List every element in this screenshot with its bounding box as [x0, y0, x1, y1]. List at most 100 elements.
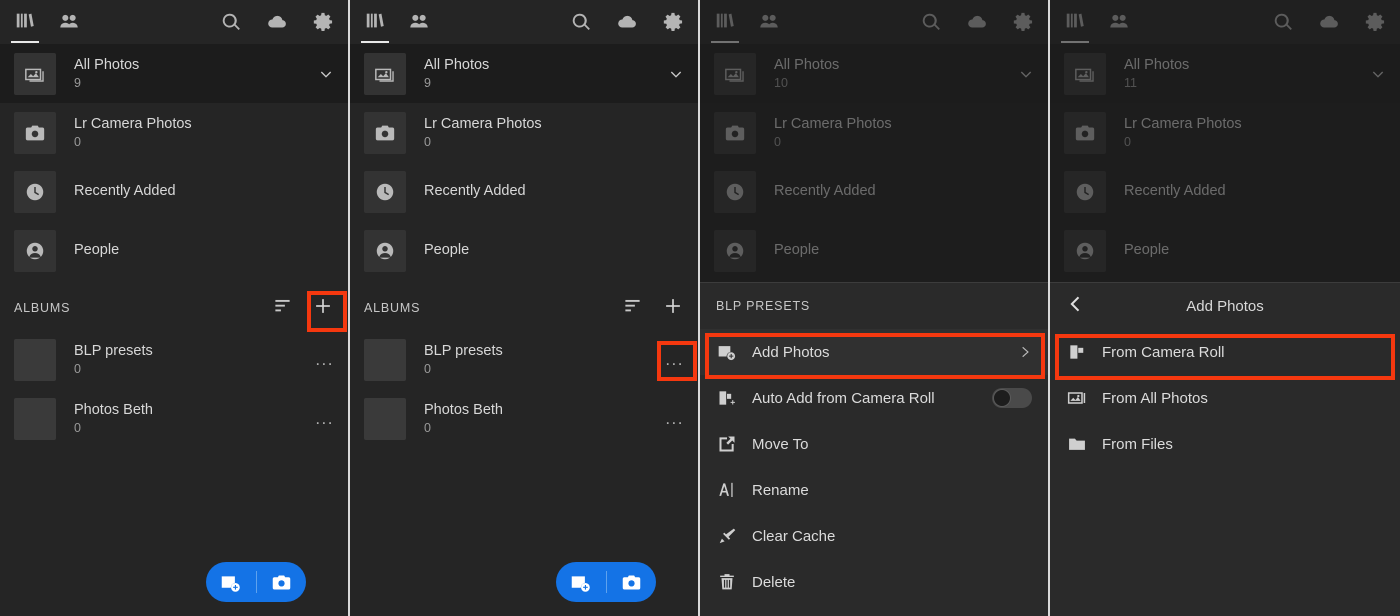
settings-button[interactable]	[662, 11, 684, 33]
active-tab-indicator	[361, 41, 389, 43]
library-tab[interactable]	[11, 10, 39, 43]
library-row-lr-camera-photos[interactable]: Lr Camera Photos 0	[350, 103, 698, 162]
album-overflow-button[interactable]: ...	[315, 410, 334, 427]
album-overflow-button[interactable]: ...	[665, 351, 684, 368]
library-row-all-photos[interactable]: All Photos 9	[350, 44, 698, 103]
search-icon	[222, 13, 240, 30]
row-title: People	[774, 242, 820, 258]
album-row-blp-presets[interactable]: BLP presets 0 ...	[0, 330, 348, 389]
sharing-tab[interactable]	[58, 11, 80, 33]
photo-icon	[25, 68, 44, 82]
row-title: Lr Camera Photos	[74, 115, 192, 132]
row-title: Lr Camera Photos	[1124, 115, 1242, 132]
album-overflow-button[interactable]: ...	[315, 351, 334, 368]
fab-add-photos-button[interactable]	[206, 562, 256, 602]
sort-icon	[275, 299, 290, 312]
fab-camera-button[interactable]	[257, 562, 307, 602]
plus-icon	[666, 298, 680, 313]
menu-item-auto-add-from-camera-roll[interactable]: Auto Add from Camera Roll	[700, 375, 1048, 421]
clock-icon	[726, 183, 744, 200]
panel-2-album-overflow: All Photos 9 Lr Camera Photos 0 Recently…	[350, 0, 700, 616]
settings-button[interactable]	[1364, 11, 1386, 33]
active-tab-indicator	[11, 41, 39, 43]
library-row-all-photos[interactable]: All Photos 11	[1050, 44, 1400, 103]
library-row-people[interactable]: People	[0, 221, 348, 280]
row-title: All Photos	[424, 56, 490, 73]
cloud-button[interactable]	[1318, 11, 1340, 33]
row-thumbnail	[14, 170, 56, 213]
chevron-down-icon[interactable]	[668, 66, 684, 82]
cloud-button[interactable]	[616, 11, 638, 33]
library-row-people[interactable]: People	[350, 221, 698, 280]
library-tab[interactable]	[711, 10, 739, 43]
cloud-button[interactable]	[266, 11, 288, 33]
album-row-blp-presets[interactable]: BLP presets 0 ...	[350, 330, 698, 389]
row-thumbnail	[14, 52, 56, 95]
library-row-lr-camera-photos[interactable]: Lr Camera Photos 0	[0, 103, 348, 162]
library-row-recently-added[interactable]: Recently Added	[0, 162, 348, 221]
row-count: 0	[74, 134, 81, 149]
chevron-down-icon[interactable]	[1018, 66, 1034, 82]
albums-list: BLP presets 0 ... Photos Beth 0 ...	[350, 330, 698, 448]
library-tab[interactable]	[1061, 10, 1089, 43]
album-row-photos-beth[interactable]: Photos Beth 0 ...	[0, 389, 348, 448]
floating-action-bar	[556, 562, 656, 602]
camera-icon	[272, 575, 290, 589]
menu-item-clear-cache[interactable]: Clear Cache	[700, 513, 1048, 559]
sharing-tab[interactable]	[1108, 11, 1130, 33]
search-button[interactable]	[570, 11, 592, 33]
auto-add-toggle[interactable]	[992, 388, 1032, 408]
albums-sort-button[interactable]	[623, 296, 642, 320]
menu-item-move-to[interactable]: Move To	[700, 421, 1048, 467]
library-row-all-photos[interactable]: All Photos 10	[700, 44, 1048, 103]
search-icon	[572, 13, 590, 30]
menu-item-delete[interactable]: Delete	[700, 559, 1048, 605]
album-row-photos-beth[interactable]: Photos Beth 0 ...	[350, 389, 698, 448]
library-tab[interactable]	[361, 10, 389, 43]
settings-button[interactable]	[1012, 11, 1034, 33]
submenu-item-from-files[interactable]: From Files	[1050, 421, 1400, 467]
row-thumbnail	[1064, 111, 1106, 154]
chevron-down-icon[interactable]	[1370, 66, 1386, 82]
toggle-knob	[993, 389, 1011, 407]
fab-camera-button[interactable]	[607, 562, 657, 602]
submenu-item-from-camera-roll[interactable]: From Camera Roll	[1050, 329, 1400, 375]
cloud-icon	[618, 15, 636, 28]
albums-add-button[interactable]	[662, 295, 684, 322]
add-photo-icon	[716, 341, 738, 363]
cloud-button[interactable]	[966, 11, 988, 33]
albums-list: BLP presets 0 ... Photos Beth 0 ...	[0, 330, 348, 448]
row-thumbnail	[714, 170, 756, 213]
albums-add-button[interactable]	[312, 295, 334, 322]
menu-item-rename[interactable]: Rename	[700, 467, 1048, 513]
library-row-recently-added[interactable]: Recently Added	[700, 162, 1048, 221]
menu-item-add-photos[interactable]: Add Photos	[700, 329, 1048, 375]
library-row-recently-added[interactable]: Recently Added	[350, 162, 698, 221]
chevron-down-icon[interactable]	[318, 66, 334, 82]
album-title: Photos Beth	[74, 401, 153, 418]
menu-item-label: Auto Add from Camera Roll	[752, 389, 935, 407]
submenu-item-from-all-photos[interactable]: From All Photos	[1050, 375, 1400, 421]
search-button[interactable]	[1272, 11, 1294, 33]
submenu-back-button[interactable]	[1066, 294, 1086, 319]
library-row-people[interactable]: People	[700, 221, 1048, 280]
fab-add-photos-button[interactable]	[556, 562, 606, 602]
album-overflow-button[interactable]: ...	[665, 410, 684, 427]
settings-button[interactable]	[312, 11, 334, 33]
albums-section-header: ALBUMS	[350, 286, 698, 330]
menu-item-label: Move To	[752, 435, 809, 453]
sharing-tab[interactable]	[758, 11, 780, 33]
library-row-recently-added[interactable]: Recently Added	[1050, 162, 1400, 221]
library-row-all-photos[interactable]: All Photos 9	[0, 44, 348, 103]
row-title: All Photos	[1124, 56, 1190, 73]
search-button[interactable]	[220, 11, 242, 33]
dimmed-background-layer: All Photos 10 Lr Camera Photos 0 Recentl…	[700, 0, 1048, 280]
photo-icon	[1075, 68, 1094, 82]
library-row-lr-camera-photos[interactable]: Lr Camera Photos 0	[700, 103, 1048, 162]
sharing-tab[interactable]	[408, 11, 430, 33]
library-row-lr-camera-photos[interactable]: Lr Camera Photos 0	[1050, 103, 1400, 162]
albums-sort-button[interactable]	[273, 296, 292, 320]
search-button[interactable]	[920, 11, 942, 33]
row-title: Recently Added	[424, 183, 526, 199]
library-row-people[interactable]: People	[1050, 221, 1400, 280]
